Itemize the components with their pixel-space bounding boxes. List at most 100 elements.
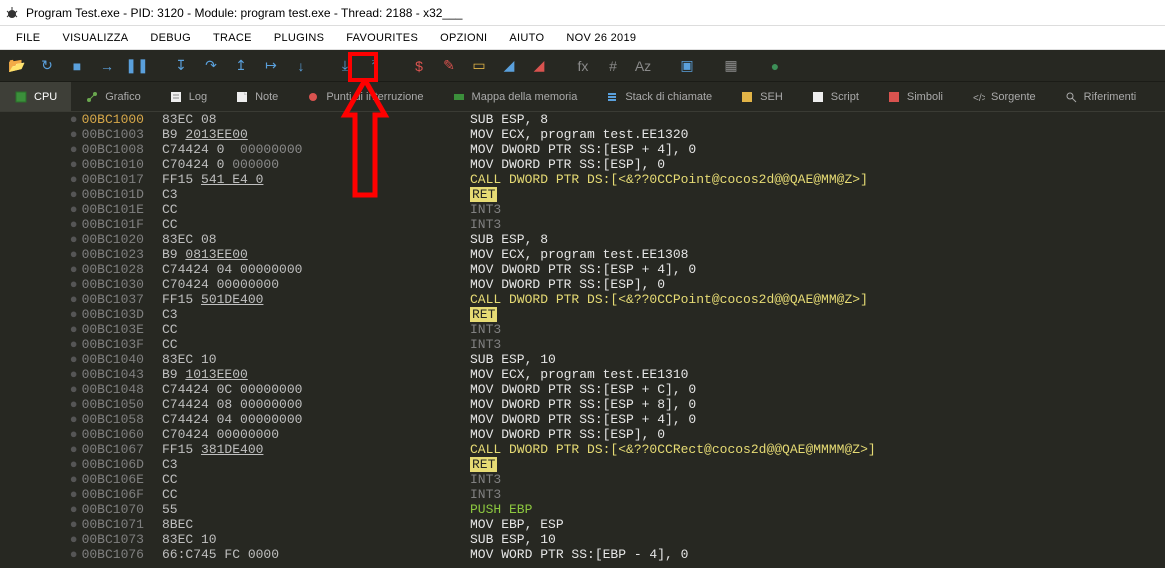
step-icon[interactable]: ↦ — [260, 55, 282, 77]
breakpoint-dot[interactable]: ● — [70, 427, 78, 442]
disasm-row[interactable]: ●00BC1008C74424 0 00000000MOV DWORD PTR … — [0, 142, 1165, 157]
breakpoint-dot[interactable]: ● — [70, 292, 78, 307]
breakpoint-dot[interactable]: ● — [70, 397, 78, 412]
disasm-row[interactable]: ●00BC1017FF15 541 E4 0CALL DWORD PTR DS:… — [0, 172, 1165, 187]
tab-mappa-della-memoria[interactable]: Mappa della memoria — [438, 82, 592, 111]
tab-script[interactable]: Script — [797, 82, 873, 111]
disasm-row[interactable]: ●00BC103DC3RET — [0, 307, 1165, 322]
tab-stack-di-chiamate[interactable]: Stack di chiamate — [591, 82, 726, 111]
disasm-row[interactable]: ●00BC1010C70424 0 000000MOV DWORD PTR SS… — [0, 157, 1165, 172]
disasm-row[interactable]: ●00BC1048C74424 0C 00000000MOV DWORD PTR… — [0, 382, 1165, 397]
breakpoint-dot[interactable]: ● — [70, 247, 78, 262]
breakpoint-dot[interactable]: ● — [70, 532, 78, 547]
tab-sorgente[interactable]: </>Sorgente — [957, 82, 1050, 111]
breakpoint-dot[interactable]: ● — [70, 502, 78, 517]
disasm-row[interactable]: ●00BC1023B9 0813EE00MOV ECX, program tes… — [0, 247, 1165, 262]
step-down-icon[interactable]: ↓ — [290, 55, 312, 77]
menu-debug[interactable]: DEBUG — [140, 29, 201, 47]
tab-riferimenti[interactable]: Riferimenti — [1050, 82, 1151, 111]
menu-favourites[interactable]: FAVOURITES — [336, 29, 428, 47]
hash-icon[interactable]: # — [602, 55, 624, 77]
breakpoint-dot[interactable]: ● — [70, 457, 78, 472]
menu-trace[interactable]: TRACE — [203, 29, 262, 47]
disasm-row[interactable]: ●00BC101FCCINT3 — [0, 217, 1165, 232]
breakpoint-dot[interactable]: ● — [70, 487, 78, 502]
folder-open-icon[interactable]: 📂 — [6, 55, 28, 77]
globe-icon[interactable]: ● — [764, 55, 786, 77]
disasm-row[interactable]: ●00BC1037FF15 501DE400CALL DWORD PTR DS:… — [0, 292, 1165, 307]
tab-simboli[interactable]: Simboli — [873, 82, 957, 111]
disasm-row[interactable]: ●00BC1028C74424 04 00000000MOV DWORD PTR… — [0, 262, 1165, 277]
breakpoint-dot[interactable]: ● — [70, 442, 78, 457]
breakpoint-dot[interactable]: ● — [70, 382, 78, 397]
disasm-row[interactable]: ●00BC1043B9 1013EE00MOV ECX, program tes… — [0, 367, 1165, 382]
disasm-row[interactable]: ●00BC103FCCINT3 — [0, 337, 1165, 352]
disasm-row[interactable]: ●00BC10718BECMOV EBP, ESP — [0, 517, 1165, 532]
disasm-row[interactable]: ●00BC100083EC 08SUB ESP, 8 — [0, 112, 1165, 127]
calc-icon[interactable]: ▦ — [720, 55, 742, 77]
breakpoint-dot[interactable]: ● — [70, 232, 78, 247]
disasm-row[interactable]: ●00BC1003B9 2013EE00MOV ECX, program tes… — [0, 127, 1165, 142]
disasm-row[interactable]: ●00BC102083EC 08SUB ESP, 8 — [0, 232, 1165, 247]
tab-seh[interactable]: SEH — [726, 82, 797, 111]
breakpoint-dot[interactable]: ● — [70, 472, 78, 487]
breakpoint-dot[interactable]: ● — [70, 517, 78, 532]
disasm-row[interactable]: ●00BC1050C74424 08 00000000MOV DWORD PTR… — [0, 397, 1165, 412]
breakpoint-dot[interactable]: ● — [70, 547, 78, 562]
disasm-row[interactable]: ●00BC101ECCINT3 — [0, 202, 1165, 217]
screen-icon[interactable]: ▣ — [676, 55, 698, 77]
patch-edit-icon[interactable]: ✎ — [438, 55, 460, 77]
disasm-row[interactable]: ●00BC1030C70424 00000000MOV DWORD PTR SS… — [0, 277, 1165, 292]
breakpoint-dot[interactable]: ● — [70, 217, 78, 232]
step-out-icon[interactable]: ↥ — [230, 55, 252, 77]
fx-icon[interactable]: fx — [572, 55, 594, 77]
disasm-row[interactable]: ●00BC1058C74424 04 00000000MOV DWORD PTR… — [0, 412, 1165, 427]
breakpoint-dot[interactable]: ● — [70, 112, 78, 127]
breakpoint-dot[interactable]: ● — [70, 307, 78, 322]
restart-icon[interactable]: ↻ — [36, 55, 58, 77]
breakpoint-dot[interactable]: ● — [70, 367, 78, 382]
disasm-row[interactable]: ●00BC107055PUSH EBP — [0, 502, 1165, 517]
tab-note[interactable]: Note — [221, 82, 292, 111]
patch-blue-icon[interactable]: ◢ — [498, 55, 520, 77]
patch-red-icon[interactable]: ◢ — [528, 55, 550, 77]
breakpoint-dot[interactable]: ● — [70, 322, 78, 337]
breakpoint-dot[interactable]: ● — [70, 172, 78, 187]
breakpoint-dot[interactable]: ● — [70, 337, 78, 352]
disassembly-view[interactable]: ●00BC100083EC 08SUB ESP, 8●00BC1003B9 20… — [0, 112, 1165, 568]
breakpoint-dot[interactable]: ● — [70, 142, 78, 157]
breakpoint-dot[interactable]: ● — [70, 127, 78, 142]
disasm-row[interactable]: ●00BC103ECCINT3 — [0, 322, 1165, 337]
breakpoint-dot[interactable]: ● — [70, 187, 78, 202]
disasm-row[interactable]: ●00BC107383EC 10SUB ESP, 10 — [0, 532, 1165, 547]
stop-icon[interactable]: ■ — [66, 55, 88, 77]
breakpoint-dot[interactable]: ● — [70, 157, 78, 172]
menu-opzioni[interactable]: OPZIONI — [430, 29, 497, 47]
menu-aiuto[interactable]: AIUTO — [499, 29, 554, 47]
breakpoint-dot[interactable]: ● — [70, 412, 78, 427]
disasm-row[interactable]: ●00BC1067FF15 381DE400CALL DWORD PTR DS:… — [0, 442, 1165, 457]
breakpoint-dot[interactable]: ● — [70, 202, 78, 217]
trace-over-icon[interactable]: ⤒ — [364, 55, 386, 77]
run-icon[interactable]: → — [96, 55, 118, 77]
patch-list-icon[interactable]: ▭ — [468, 55, 490, 77]
disasm-row[interactable]: ●00BC106DC3RET — [0, 457, 1165, 472]
breakpoint-dot[interactable]: ● — [70, 262, 78, 277]
tab-log[interactable]: Log — [155, 82, 221, 111]
breakpoint-dot[interactable]: ● — [70, 352, 78, 367]
disasm-row[interactable]: ●00BC104083EC 10SUB ESP, 10 — [0, 352, 1165, 367]
breakpoint-dot[interactable]: ● — [70, 277, 78, 292]
disasm-row[interactable]: ●00BC101DC3RET — [0, 187, 1165, 202]
tab-punti-di-interruzione[interactable]: Punti di interruzione — [292, 82, 437, 111]
tab-cpu[interactable]: CPU — [0, 82, 71, 111]
step-over-icon[interactable]: ↷ — [200, 55, 222, 77]
menu-nov-26-2019[interactable]: NOV 26 2019 — [556, 29, 646, 47]
disasm-row[interactable]: ●00BC107666:C745 FC 0000MOV WORD PTR SS:… — [0, 547, 1165, 562]
menu-file[interactable]: FILE — [6, 29, 50, 47]
patch-dollar-icon[interactable]: $ — [408, 55, 430, 77]
disasm-row[interactable]: ●00BC1060C70424 00000000MOV DWORD PTR SS… — [0, 427, 1165, 442]
pause-icon[interactable]: ❚❚ — [126, 55, 148, 77]
step-into-icon[interactable]: ↧ — [170, 55, 192, 77]
disasm-row[interactable]: ●00BC106FCCINT3 — [0, 487, 1165, 502]
menu-visualizza[interactable]: VISUALIZZA — [52, 29, 138, 47]
